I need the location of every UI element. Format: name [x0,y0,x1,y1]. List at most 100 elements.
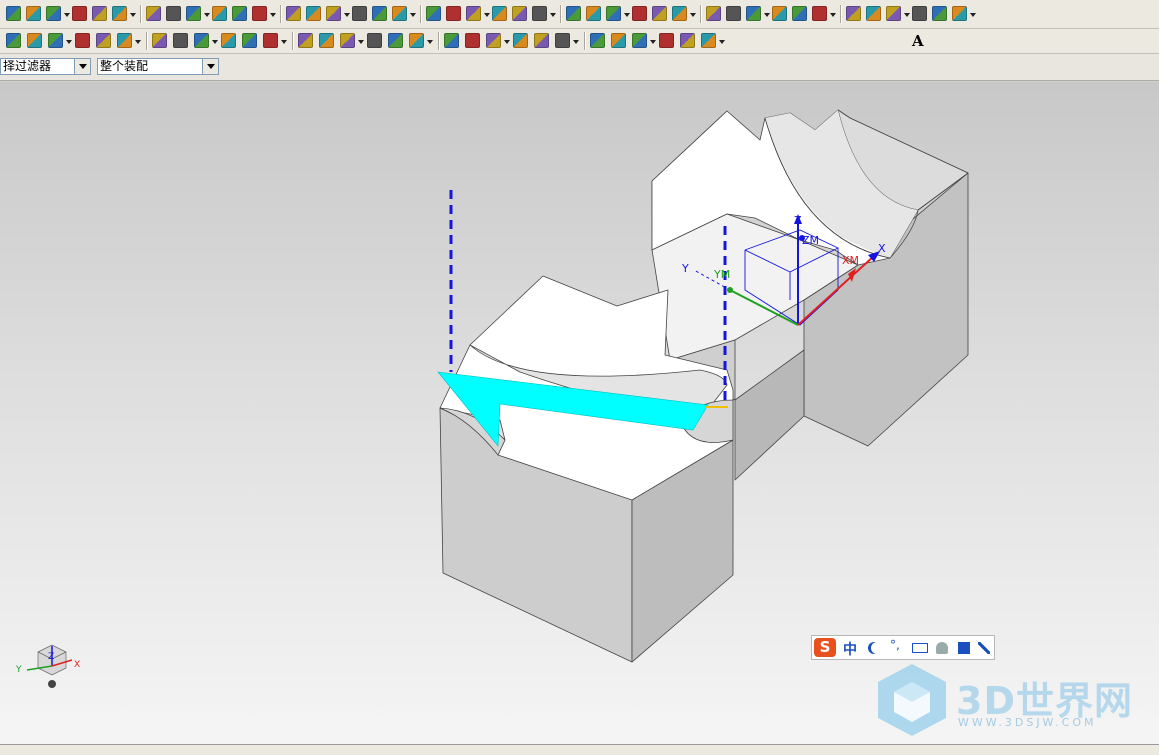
chevron-down-icon[interactable] [624,13,630,17]
visibility-icon[interactable] [340,33,355,48]
open-part-icon[interactable] [6,6,21,21]
thickness-icon[interactable] [792,6,807,21]
chevron-down-icon[interactable] [764,13,770,17]
shell-selected-icon[interactable] [532,6,547,21]
assembly-icon[interactable] [92,6,107,21]
save-icon[interactable] [26,6,41,21]
hole-icon[interactable] [352,6,367,21]
moon-icon[interactable] [868,642,880,654]
view-front-icon[interactable] [444,33,459,48]
view-iso-icon[interactable] [513,33,528,48]
zoom-icon[interactable] [886,6,901,21]
chevron-down-icon[interactable] [66,40,72,44]
mate-icon[interactable] [146,6,161,21]
chevron-down-icon[interactable] [504,40,510,44]
chevron-down-icon[interactable] [410,13,416,17]
delete-icon[interactable] [866,6,881,21]
section-icon[interactable] [772,6,787,21]
intersect-icon[interactable] [194,33,209,48]
punctuation-icon[interactable]: °, [890,638,902,652]
chevron-down-icon[interactable] [135,40,141,44]
arc-icon[interactable] [659,33,674,48]
triangle-icon[interactable] [590,33,605,48]
arrow-icon[interactable] [534,33,549,48]
copy-icon[interactable] [388,33,403,48]
chevron-down-icon[interactable] [202,59,218,74]
chevron-down-icon[interactable] [427,40,433,44]
chevron-down-icon[interactable] [650,40,656,44]
chevron-down-icon[interactable] [344,13,350,17]
boss-icon[interactable] [372,6,387,21]
groove-icon[interactable] [466,6,481,21]
chevron-down-icon[interactable] [550,13,556,17]
reposition-icon[interactable] [166,6,181,21]
rotate-icon[interactable] [932,6,947,21]
curve-analysis-icon[interactable] [812,6,827,21]
sketch-icon[interactable] [252,6,267,21]
shell-all-icon[interactable] [566,6,581,21]
split-body-icon[interactable] [242,33,257,48]
edge-blend-icon[interactable] [492,6,507,21]
chevron-down-icon[interactable] [130,13,136,17]
chevron-down-icon[interactable] [690,13,696,17]
chevron-down-icon[interactable] [573,40,579,44]
keyboard-icon[interactable] [912,643,928,653]
view-right-icon[interactable] [486,33,501,48]
view-top-icon[interactable] [465,33,480,48]
chevron-down-icon[interactable] [74,59,90,74]
flag-small-icon[interactable] [611,33,626,48]
chevron-down-icon[interactable] [270,13,276,17]
wireframe-icon[interactable] [117,33,132,48]
chevron-down-icon[interactable] [830,13,836,17]
unite-icon[interactable] [152,33,167,48]
cursor-icon[interactable] [555,33,570,48]
slot-icon[interactable] [446,6,461,21]
ime-mode-label[interactable]: 中 [843,639,857,659]
chevron-down-icon[interactable] [719,40,725,44]
frame-icon[interactable] [632,6,647,21]
chevron-down-icon[interactable] [204,13,210,17]
sew-icon[interactable] [263,33,278,48]
user-icon[interactable] [936,642,948,654]
text-tool-label[interactable]: A [912,32,924,50]
color-icon[interactable] [672,6,687,21]
paste-icon[interactable] [409,33,424,48]
layer-icon[interactable] [319,33,334,48]
type-filter-select[interactable]: 择过滤器 [0,58,91,75]
check-icon[interactable] [298,33,313,48]
cone-icon[interactable] [48,33,63,48]
info-icon[interactable] [706,6,721,21]
suppress-icon[interactable] [212,6,227,21]
replace-icon[interactable] [186,6,201,21]
wave-icon[interactable] [232,6,247,21]
fit-icon[interactable] [952,6,967,21]
save-as-icon[interactable] [46,6,61,21]
sphere-icon[interactable] [75,33,90,48]
pan-icon[interactable] [912,6,927,21]
extrude-icon[interactable] [286,6,301,21]
line-icon[interactable] [632,33,647,48]
assembly-scope-select[interactable]: 整个装配 [97,58,219,75]
trim-body-icon[interactable] [221,33,236,48]
chevron-down-icon[interactable] [358,40,364,44]
pad-icon[interactable] [426,6,441,21]
shirt-icon[interactable] [958,642,970,654]
measure-icon[interactable] [746,6,761,21]
wrench-icon[interactable] [978,642,990,654]
fillet-curve-icon[interactable] [680,33,695,48]
subtract-icon[interactable] [173,33,188,48]
ime-toolbar[interactable]: S 中 °, [811,635,995,660]
chevron-down-icon[interactable] [64,13,70,17]
pocket-icon[interactable] [392,6,407,21]
chevron-down-icon[interactable] [281,40,287,44]
spline-icon[interactable] [606,6,621,21]
print-icon[interactable] [72,6,87,21]
block-icon[interactable] [6,33,21,48]
point-construct-icon[interactable] [846,6,861,21]
text-icon[interactable] [701,33,716,48]
chevron-down-icon[interactable] [970,13,976,17]
cylinder-icon[interactable] [27,33,42,48]
add-component-icon[interactable] [112,6,127,21]
point-icon[interactable] [586,6,601,21]
datum-icon[interactable] [652,6,667,21]
